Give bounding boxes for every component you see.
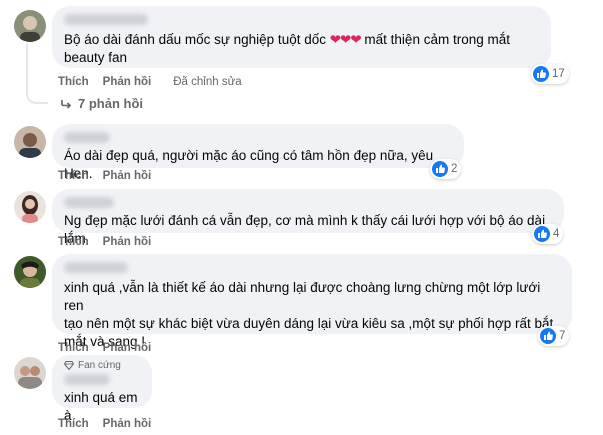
like-button[interactable]: Thích	[58, 236, 89, 248]
edited-label: Đã chỉnh sửa	[173, 76, 242, 88]
reply-button[interactable]: Phản hồi	[103, 342, 152, 354]
reply-button[interactable]: Phản hồi	[103, 418, 152, 430]
comment-bubble: Bộ áo dài đánh dấu mốc sự nghiệp tuột dố…	[52, 6, 551, 68]
thumbs-up-icon	[534, 226, 550, 242]
comment-text: Bộ áo dài đánh dấu mốc sự nghiệp tuột dố…	[64, 32, 510, 65]
reply-button[interactable]: Phản hồi	[103, 76, 152, 88]
like-button[interactable]: Thích	[58, 170, 89, 182]
reaction-count[interactable]: 2	[430, 159, 462, 179]
reaction-count[interactable]: 7	[538, 326, 570, 346]
comment-bubble: xinh quá ,vẫn là thiết kế áo dài nhưng l…	[52, 254, 572, 349]
like-button[interactable]: Thích	[58, 342, 89, 354]
avatar[interactable]	[14, 357, 46, 389]
diamond-icon	[64, 361, 74, 370]
fan-badge: Fan cứng	[64, 360, 140, 371]
comment-bubble: Áo dài đẹp quá, người mặc áo cũng có tâm…	[52, 124, 464, 181]
comment-actions: Thích Phản hồi	[58, 341, 151, 355]
comment-actions: Thích Phản hồi	[58, 417, 151, 431]
comment-actions: Thích Phản hồi	[58, 235, 151, 249]
author-name-blurred	[64, 132, 110, 143]
reaction-count[interactable]: 17	[531, 64, 569, 84]
thumbs-up-icon	[540, 328, 556, 344]
avatar[interactable]	[14, 191, 46, 223]
avatar[interactable]	[14, 256, 46, 288]
like-button[interactable]: Thích	[58, 418, 89, 430]
author-name-blurred	[64, 197, 114, 208]
thread-line	[26, 44, 48, 104]
view-replies-link[interactable]: 7 phản hồi	[60, 96, 143, 111]
comment-bubble: Ng đẹp mặc lưới đánh cá vẫn đẹp, cơ mà m…	[52, 189, 564, 246]
author-name-blurred	[64, 14, 148, 25]
thumbs-up-icon	[533, 66, 549, 82]
hearts-emoji: ❤❤❤	[329, 32, 362, 47]
comment-actions: Thích Phản hồi Đã chỉnh sửa	[58, 75, 242, 89]
author-name-blurred	[64, 262, 128, 273]
reply-button[interactable]: Phản hồi	[103, 236, 152, 248]
avatar[interactable]	[14, 126, 46, 158]
thumbs-up-icon	[432, 161, 448, 177]
avatar[interactable]	[14, 10, 46, 42]
reaction-count[interactable]: 4	[532, 224, 564, 244]
like-button[interactable]: Thích	[58, 76, 89, 88]
comment-actions: Thích Phản hồi	[58, 169, 151, 183]
author-name-blurred	[64, 374, 110, 385]
comment-bubble: Fan cứng xinh quá em à	[52, 355, 152, 423]
reply-arrow-icon	[61, 99, 72, 109]
reply-button[interactable]: Phản hồi	[103, 170, 152, 182]
